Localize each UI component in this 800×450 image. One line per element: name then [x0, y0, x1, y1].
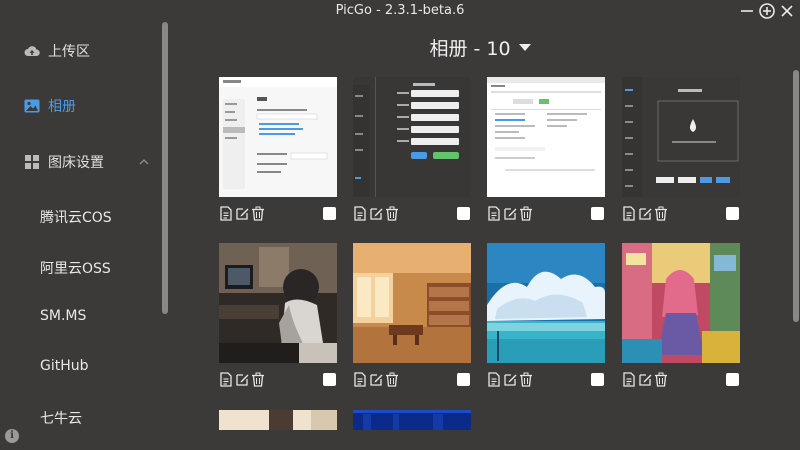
select-checkbox[interactable]	[726, 373, 739, 386]
gallery-image-1[interactable]	[219, 77, 337, 197]
image-actions-2	[353, 206, 471, 222]
trash-icon[interactable]	[251, 372, 265, 387]
gallery-image-7[interactable]	[487, 243, 605, 363]
document-icon[interactable]	[219, 206, 233, 221]
sidebar-subitem-smms[interactable]: SM.MS	[40, 308, 86, 324]
sidebar: 上传区 相册 图床设置 腾讯云COS 阿里云OSS SM.MS GitHub 七…	[0, 22, 170, 450]
gallery-scrollbar[interactable]	[793, 70, 799, 322]
edit-icon[interactable]	[638, 206, 652, 221]
image-actions-6	[353, 372, 471, 388]
image-actions-1	[219, 206, 337, 222]
trash-icon[interactable]	[385, 206, 399, 221]
trash-icon[interactable]	[654, 206, 668, 221]
gallery-image-2[interactable]	[353, 77, 471, 197]
sidebar-item-label: 图床设置	[48, 155, 104, 171]
trash-icon[interactable]	[519, 372, 533, 387]
album-title: 相册 - 10	[429, 38, 511, 60]
sidebar-subitem-tencent-cos[interactable]: 腾讯云COS	[40, 207, 112, 227]
sidebar-item-album[interactable]: 相册	[0, 89, 160, 123]
sidebar-subitem-qiniu[interactable]: 七牛云	[40, 408, 82, 428]
document-icon[interactable]	[219, 372, 233, 387]
document-icon[interactable]	[353, 206, 367, 221]
trash-icon[interactable]	[654, 372, 668, 387]
image-actions-7	[487, 372, 605, 388]
edit-icon[interactable]	[369, 372, 383, 387]
close-icon[interactable]	[778, 2, 796, 20]
gallery-image-10[interactable]	[353, 410, 471, 430]
window-title: PicGo - 2.3.1-beta.6	[335, 3, 465, 18]
title-bar: PicGo - 2.3.1-beta.6	[0, 0, 800, 22]
image-icon	[24, 98, 40, 114]
select-checkbox[interactable]	[591, 373, 604, 386]
edit-icon[interactable]	[235, 206, 249, 221]
image-actions-3	[487, 206, 605, 222]
gallery-image-6[interactable]	[353, 243, 471, 363]
sidebar-item-label: 上传区	[48, 44, 90, 60]
sidebar-subitem-github[interactable]: GitHub	[40, 358, 89, 374]
select-checkbox[interactable]	[591, 207, 604, 220]
sidebar-subitem-aliyun-oss[interactable]: 阿里云OSS	[40, 258, 111, 278]
trash-icon[interactable]	[251, 206, 265, 221]
image-actions-4	[622, 206, 740, 222]
select-checkbox[interactable]	[323, 207, 336, 220]
select-checkbox[interactable]	[726, 207, 739, 220]
edit-icon[interactable]	[503, 206, 517, 221]
edit-icon[interactable]	[369, 206, 383, 221]
trash-icon[interactable]	[519, 206, 533, 221]
sidebar-scrollbar[interactable]	[162, 22, 168, 314]
minimize-icon[interactable]	[738, 2, 756, 20]
album-title-dropdown[interactable]: 相册 - 10	[170, 34, 790, 61]
image-actions-5	[219, 372, 337, 388]
document-icon[interactable]	[487, 206, 501, 221]
document-icon[interactable]	[622, 206, 636, 221]
gallery-image-3[interactable]	[487, 77, 605, 197]
edit-icon[interactable]	[638, 372, 652, 387]
edit-icon[interactable]	[235, 372, 249, 387]
caret-down-icon	[518, 44, 531, 51]
gallery-image-4[interactable]	[622, 77, 740, 197]
select-checkbox[interactable]	[457, 207, 470, 220]
sidebar-item-label: 相册	[48, 99, 76, 115]
sidebar-item-picbed-settings[interactable]: 图床设置	[0, 145, 160, 179]
grid-icon	[24, 154, 40, 170]
gallery-image-9[interactable]	[219, 410, 337, 430]
gallery-image-5[interactable]	[219, 243, 337, 363]
chevron-up-icon	[138, 156, 150, 168]
maximize-icon[interactable]	[758, 2, 776, 20]
sidebar-item-upload[interactable]: 上传区	[0, 34, 160, 68]
edit-icon[interactable]	[503, 372, 517, 387]
cloud-upload-icon	[24, 43, 40, 59]
document-icon[interactable]	[487, 372, 501, 387]
info-icon[interactable]: i	[5, 429, 19, 443]
document-icon[interactable]	[353, 372, 367, 387]
document-icon[interactable]	[622, 372, 636, 387]
select-checkbox[interactable]	[323, 373, 336, 386]
trash-icon[interactable]	[385, 372, 399, 387]
select-checkbox[interactable]	[457, 373, 470, 386]
image-actions-8	[622, 372, 740, 388]
gallery-image-8[interactable]	[622, 243, 740, 363]
